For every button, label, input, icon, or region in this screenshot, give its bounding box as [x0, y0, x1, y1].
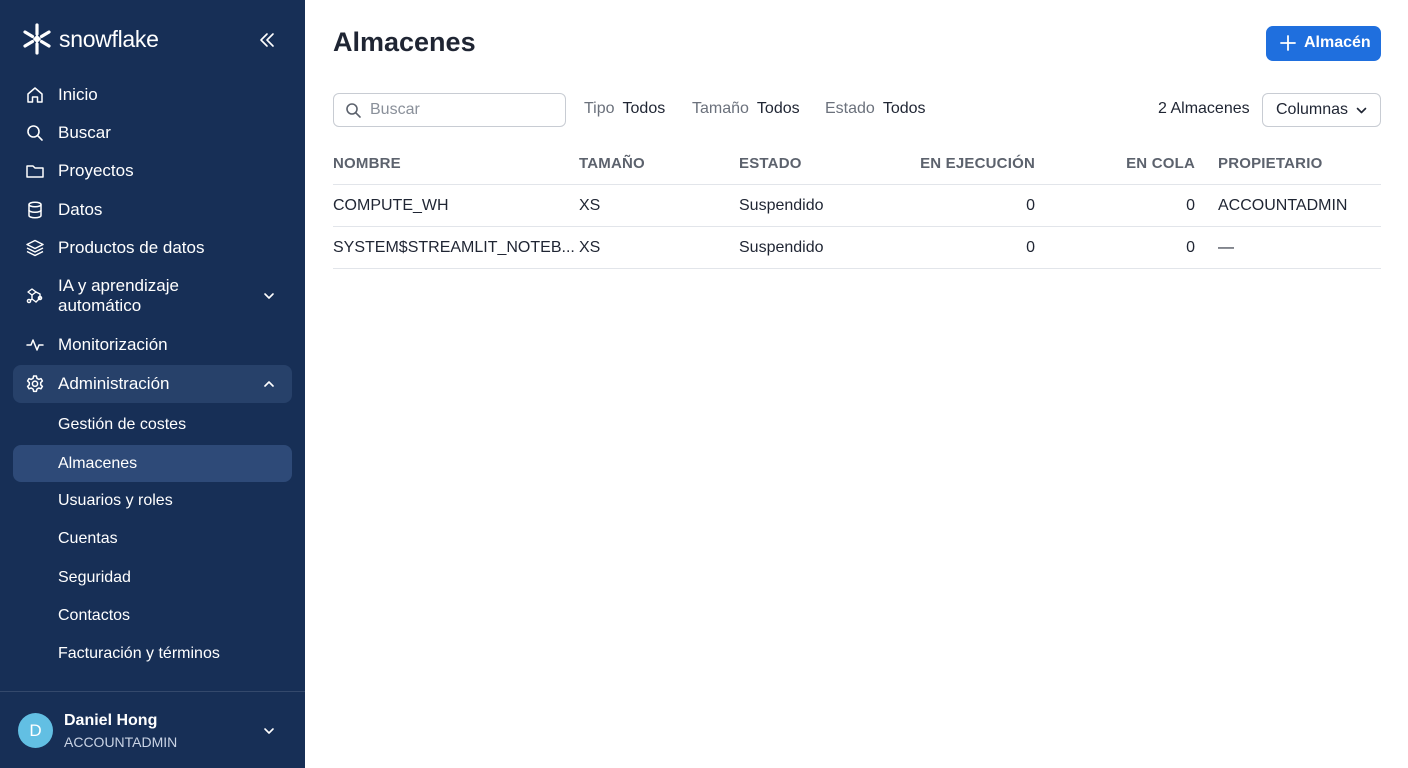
- sidebar-item-label: Productos de datos: [58, 238, 205, 257]
- search-icon: [346, 103, 361, 118]
- snowflake-logo-icon: [23, 23, 51, 55]
- chevron-down-icon: [261, 723, 277, 739]
- search-box[interactable]: [333, 93, 566, 127]
- cell-propietario: ACCOUNTADMIN: [1218, 197, 1348, 214]
- cell-en-cola: 0: [1186, 197, 1195, 214]
- database-icon: [25, 200, 45, 220]
- filter-value: Todos: [882, 100, 926, 117]
- cell-estado: Suspendido: [739, 239, 824, 256]
- sidebar-item-administracion[interactable]: Administración: [13, 365, 292, 403]
- column-header-nombre[interactable]: NOMBRE: [333, 155, 401, 172]
- sidebar-item-label: Monitorización: [58, 335, 168, 354]
- sidebar-subitem-usuarios-y-roles[interactable]: Usuarios y roles: [13, 482, 292, 520]
- cell-en-ejecucion: 0: [1026, 239, 1035, 256]
- sidebar-item-monitorizacion[interactable]: Monitorización: [13, 326, 292, 364]
- filter-tamano[interactable]: Tamaño Todos: [692, 100, 800, 118]
- ai-icon: [25, 286, 45, 306]
- add-warehouse-button[interactable]: Almacén: [1266, 26, 1381, 61]
- user-name: Daniel Hong: [64, 712, 158, 729]
- folder-icon: [25, 161, 45, 181]
- sidebar-item-label: Datos: [58, 200, 103, 219]
- page-title: Almacenes: [333, 27, 476, 57]
- sidebar-item-productos-de-datos[interactable]: Productos de datos: [13, 229, 292, 267]
- chevron-up-icon: [260, 375, 278, 393]
- chevron-down-icon: [260, 287, 278, 305]
- cell-en-cola: 0: [1186, 239, 1195, 256]
- sidebar-item-proyectos[interactable]: Proyectos: [13, 152, 292, 190]
- columns-label: Columnas: [1276, 101, 1349, 118]
- search-icon: [25, 123, 45, 143]
- filter-label: Estado: [825, 100, 875, 117]
- columns-button[interactable]: Columnas: [1262, 93, 1381, 127]
- sidebar-item-label-line2: automático: [58, 296, 142, 315]
- sidebar-subitem-facturacion-y-terminos[interactable]: Facturación y términos: [13, 635, 292, 673]
- gear-icon: [25, 374, 45, 394]
- cell-estado: Suspendido: [739, 197, 824, 214]
- sidebar-item-inicio[interactable]: Inicio: [13, 76, 292, 114]
- column-header-tamano[interactable]: TAMAÑO: [579, 155, 645, 172]
- user-role: ACCOUNTADMIN: [64, 734, 178, 750]
- activity-icon: [25, 335, 45, 355]
- sidebar-item-buscar[interactable]: Buscar: [13, 114, 292, 152]
- sidebar: snowflake Inicio Buscar Proyectos Datos: [0, 0, 305, 768]
- cell-nombre: COMPUTE_WH: [333, 197, 449, 214]
- column-header-estado[interactable]: ESTADO: [739, 155, 802, 172]
- sidebar-subitem-label: Cuentas: [58, 530, 118, 547]
- collapse-sidebar-button[interactable]: [254, 27, 280, 53]
- sidebar-subitem-almacenes[interactable]: Almacenes: [13, 445, 292, 482]
- user-menu[interactable]: D Daniel Hong ACCOUNTADMIN: [0, 692, 305, 768]
- layers-icon: [25, 238, 45, 258]
- chevron-down-icon: [1356, 107, 1367, 114]
- table-row[interactable]: SYSTEM$STREAMLIT_NOTEB... XS Suspendido …: [333, 227, 1381, 268]
- home-icon: [25, 85, 45, 105]
- filter-estado[interactable]: Estado Todos: [825, 100, 926, 118]
- filter-label: Tamaño: [692, 100, 749, 117]
- sidebar-item-label: Administración: [58, 374, 170, 393]
- table-divider: [333, 268, 1381, 269]
- sidebar-subitem-gestion-de-costes[interactable]: Gestión de costes: [13, 406, 292, 444]
- main-content: Almacenes Almacén TipoTodos TamañoTodos …: [305, 0, 1408, 768]
- plus-icon: [1280, 35, 1296, 51]
- sidebar-subitem-label: Almacenes: [58, 454, 138, 472]
- column-header-en-ejecucion[interactable]: EN EJECUCIÓN: [895, 155, 1035, 172]
- sidebar-item-label: Inicio: [58, 85, 98, 104]
- filter-tipo[interactable]: Tipo Todos: [584, 100, 665, 118]
- table-row[interactable]: COMPUTE_WH XS Suspendido 0 0 ACCOUNTADMI…: [333, 185, 1381, 226]
- search-input[interactable]: [370, 99, 560, 121]
- sidebar-subitem-cuentas[interactable]: Cuentas: [13, 520, 292, 558]
- cell-tamano: XS: [579, 197, 601, 214]
- column-header-propietario[interactable]: PROPIETARIO: [1218, 155, 1322, 172]
- cell-tamano: XS: [579, 239, 601, 256]
- sidebar-subitem-label: Usuarios y roles: [58, 492, 173, 509]
- sidebar-subitem-seguridad[interactable]: Seguridad: [13, 559, 292, 597]
- sidebar-item-label-line1: IA y aprendizaje: [58, 276, 179, 295]
- sidebar-subitem-label: Gestión de costes: [58, 416, 187, 433]
- filter-value: Todos: [622, 100, 666, 117]
- cell-propietario: —: [1218, 239, 1234, 256]
- sidebar-item-ia-aprendizaje[interactable]: IA y aprendizaje automático: [13, 272, 292, 320]
- cell-en-ejecucion: 0: [1026, 197, 1035, 214]
- add-warehouse-label: Almacén: [1304, 34, 1371, 51]
- sidebar-item-label: Buscar: [58, 123, 111, 142]
- avatar: D: [18, 713, 53, 748]
- sidebar-subitem-label: Contactos: [58, 607, 131, 624]
- warehouse-count: 2 Almacenes: [1158, 100, 1250, 117]
- sidebar-subitem-label: Seguridad: [58, 569, 131, 586]
- column-header-en-cola[interactable]: EN COLA: [1075, 155, 1195, 172]
- cell-nombre: SYSTEM$STREAMLIT_NOTEB...: [333, 239, 575, 256]
- filter-label: Tipo: [584, 100, 615, 117]
- sidebar-item-label: IA y aprendizaje automático: [58, 276, 179, 316]
- filter-value: Todos: [756, 100, 800, 117]
- double-chevron-left-icon: [260, 33, 274, 47]
- brand-name: snowflake: [59, 25, 159, 52]
- sidebar-subitem-contactos[interactable]: Contactos: [13, 597, 292, 635]
- sidebar-subitem-label: Facturación y términos: [58, 645, 220, 662]
- brand-logo[interactable]: snowflake: [21, 22, 159, 56]
- sidebar-item-datos[interactable]: Datos: [13, 191, 292, 229]
- sidebar-item-label: Proyectos: [58, 161, 134, 180]
